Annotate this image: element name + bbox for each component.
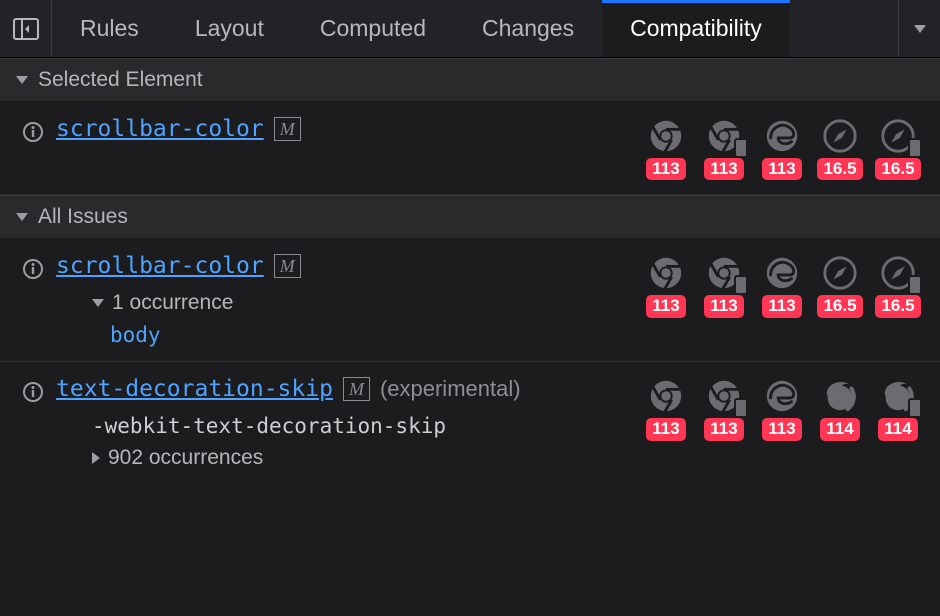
browser-version-badge: 113 bbox=[704, 418, 744, 440]
section-all-issues[interactable]: All Issues bbox=[0, 195, 940, 239]
mobile-indicator-icon bbox=[734, 398, 748, 418]
tabs: Rules Layout Computed Changes Compatibil… bbox=[52, 0, 898, 57]
chrome-icon bbox=[646, 116, 686, 156]
tab-layout[interactable]: Layout bbox=[167, 0, 292, 57]
tab-rules[interactable]: Rules bbox=[52, 0, 167, 57]
tab-changes[interactable]: Changes bbox=[454, 0, 602, 57]
mdn-badge[interactable]: M bbox=[274, 254, 301, 278]
selector-link[interactable]: body bbox=[92, 323, 628, 347]
safari-icon bbox=[820, 253, 860, 293]
chrome-mobile-icon bbox=[704, 376, 744, 416]
tabs-overflow-button[interactable] bbox=[898, 0, 940, 57]
property-alias: -webkit-text-decoration-skip bbox=[92, 414, 628, 438]
browser-safari-mobile: 16.5 bbox=[872, 116, 924, 180]
devtools-tabbar: Rules Layout Computed Changes Compatibil… bbox=[0, 0, 940, 58]
mobile-indicator-icon bbox=[908, 138, 922, 158]
mobile-indicator-icon bbox=[734, 275, 748, 295]
chevron-down-icon bbox=[914, 25, 926, 33]
safari-mobile-icon bbox=[878, 253, 918, 293]
browser-version-badge: 113 bbox=[646, 158, 686, 180]
browser-version-badge: 113 bbox=[704, 158, 744, 180]
mdn-badge[interactable]: M bbox=[274, 117, 301, 141]
mdn-badge[interactable]: M bbox=[343, 377, 370, 401]
property-link[interactable]: text-decoration-skip bbox=[56, 376, 333, 402]
occurrences-toggle[interactable]: 902 occurrences bbox=[92, 446, 628, 470]
browser-safari: 16.5 bbox=[814, 116, 866, 180]
section-selected-element[interactable]: Selected Element bbox=[0, 58, 940, 102]
tab-computed[interactable]: Computed bbox=[292, 0, 454, 57]
mobile-indicator-icon bbox=[908, 398, 922, 418]
experimental-note: (experimental) bbox=[380, 376, 521, 402]
browser-version-badge: 113 bbox=[646, 295, 686, 317]
browser-firefox-mobile: 114 bbox=[872, 376, 924, 440]
browser-version-badge: 114 bbox=[820, 418, 860, 440]
info-icon[interactable] bbox=[22, 121, 44, 149]
browser-version-badge: 16.5 bbox=[817, 295, 862, 317]
browser-support-strip: 113 113 113 16.5 16.5 bbox=[640, 253, 924, 317]
disclosure-triangle-icon bbox=[92, 299, 104, 307]
browser-firefox: 114 bbox=[814, 376, 866, 440]
browser-chrome-mobile: 113 bbox=[698, 253, 750, 317]
mobile-indicator-icon bbox=[734, 138, 748, 158]
edge-icon bbox=[762, 376, 802, 416]
firefox-mobile-icon bbox=[878, 376, 918, 416]
sidebar-toggle-button[interactable] bbox=[0, 0, 52, 57]
browser-version-badge: 114 bbox=[878, 418, 918, 440]
browser-edge: 113 bbox=[756, 376, 808, 440]
browser-version-badge: 113 bbox=[762, 158, 802, 180]
chrome-icon bbox=[646, 376, 686, 416]
browser-chrome-mobile: 113 bbox=[698, 376, 750, 440]
compat-issue-row: scrollbar-color M 1 occurrence body 1131… bbox=[0, 239, 940, 362]
sidebar-toggle-icon bbox=[13, 18, 39, 40]
info-icon[interactable] bbox=[22, 381, 44, 409]
browser-version-badge: 16.5 bbox=[817, 158, 862, 180]
section-title: Selected Element bbox=[38, 68, 203, 92]
browser-chrome: 113 bbox=[640, 116, 692, 180]
browser-support-strip: 113 113 113 16.5 16.5 bbox=[640, 116, 924, 180]
disclosure-triangle-icon bbox=[92, 452, 100, 464]
browser-version-badge: 113 bbox=[762, 418, 802, 440]
browser-safari: 16.5 bbox=[814, 253, 866, 317]
browser-edge: 113 bbox=[756, 116, 808, 180]
browser-chrome: 113 bbox=[640, 376, 692, 440]
browser-version-badge: 16.5 bbox=[875, 158, 920, 180]
browser-version-badge: 113 bbox=[762, 295, 802, 317]
occurrences-label: 1 occurrence bbox=[112, 291, 233, 315]
mobile-indicator-icon bbox=[908, 275, 922, 295]
edge-icon bbox=[762, 116, 802, 156]
chrome-mobile-icon bbox=[704, 116, 744, 156]
chrome-mobile-icon bbox=[704, 253, 744, 293]
browser-edge: 113 bbox=[756, 253, 808, 317]
browser-chrome-mobile: 113 bbox=[698, 116, 750, 180]
info-icon[interactable] bbox=[22, 258, 44, 286]
occurrences-label: 902 occurrences bbox=[108, 446, 263, 470]
chrome-icon bbox=[646, 253, 686, 293]
browser-chrome: 113 bbox=[640, 253, 692, 317]
tab-compatibility[interactable]: Compatibility bbox=[602, 0, 790, 57]
edge-icon bbox=[762, 253, 802, 293]
compat-issue-row: text-decoration-skip M (experimental) -w… bbox=[0, 362, 940, 484]
compat-issue-row: scrollbar-color M 113 113 113 16.5 16.5 bbox=[0, 102, 940, 195]
property-link[interactable]: scrollbar-color bbox=[56, 116, 264, 142]
safari-icon bbox=[820, 116, 860, 156]
section-title: All Issues bbox=[38, 205, 128, 229]
property-link[interactable]: scrollbar-color bbox=[56, 253, 264, 279]
disclosure-triangle-icon bbox=[16, 76, 28, 84]
browser-version-badge: 113 bbox=[704, 295, 744, 317]
disclosure-triangle-icon bbox=[16, 213, 28, 221]
browser-version-badge: 16.5 bbox=[875, 295, 920, 317]
firefox-icon bbox=[820, 376, 860, 416]
browser-support-strip: 113 113 113 114 114 bbox=[640, 376, 924, 440]
browser-safari-mobile: 16.5 bbox=[872, 253, 924, 317]
occurrences-toggle[interactable]: 1 occurrence bbox=[92, 291, 628, 315]
browser-version-badge: 113 bbox=[646, 418, 686, 440]
safari-mobile-icon bbox=[878, 116, 918, 156]
